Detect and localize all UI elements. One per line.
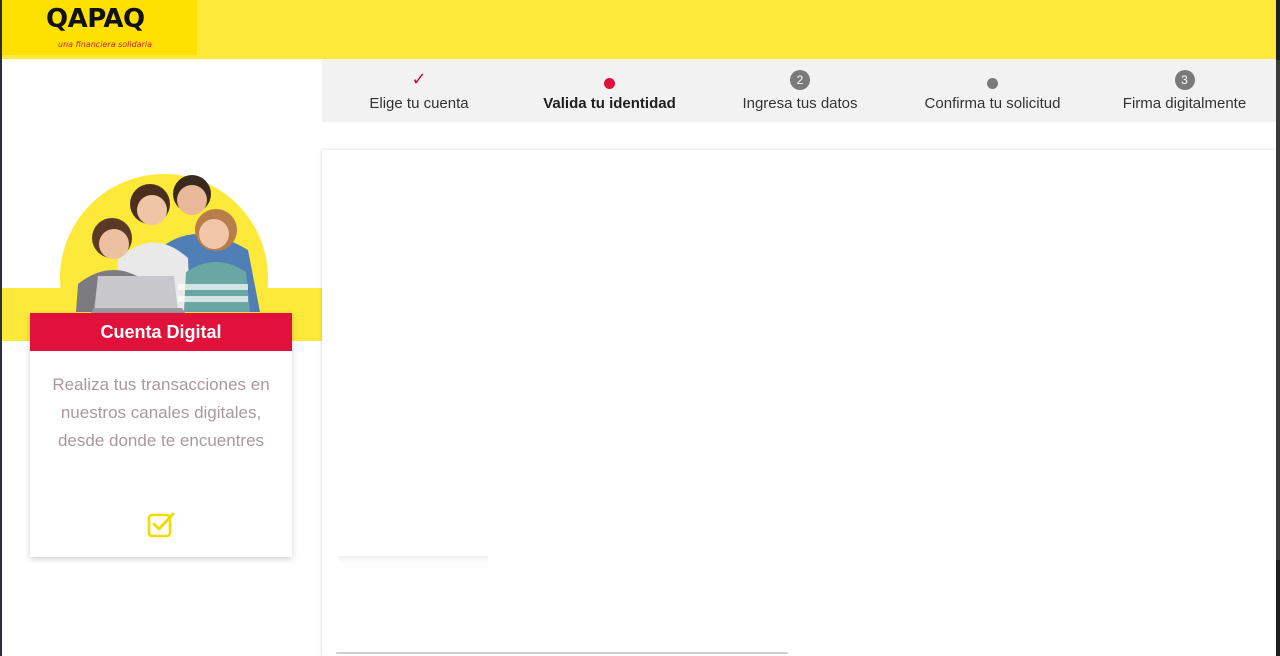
step-firma-digitalmente: 3 Firma digitalmente: [1107, 59, 1262, 122]
card-description: Realiza tus transacciones en nuestros ca…: [52, 375, 270, 450]
pending-step-dot-icon: [987, 77, 998, 89]
check-icon: ✓: [411, 69, 427, 90]
step-label: Valida tu identidad: [543, 95, 676, 112]
step-valida-tu-identidad: Valida tu identidad: [522, 59, 697, 122]
app-window: QAPAQ una financiera solidaria ✓ Elige t…: [0, 0, 1280, 656]
step-label: Confirma tu solicitud: [924, 95, 1061, 112]
step-label: Elige tu cuenta: [369, 95, 469, 112]
brand-name: QAPAQ: [46, 4, 145, 34]
identity-validation-panel: [322, 150, 1276, 656]
active-step-dot-icon: [604, 77, 615, 89]
step-elige-tu-cuenta: ✓ Elige tu cuenta: [344, 59, 494, 122]
form-field-underline[interactable]: [336, 652, 788, 654]
step-label: Ingresa tus datos: [742, 95, 858, 112]
step-number-badge: 2: [790, 70, 810, 90]
vertical-scrollbar[interactable]: [1276, 60, 1280, 560]
step-confirma-tu-solicitud: Confirma tu solicitud: [900, 59, 1085, 122]
progress-stepper: ✓ Elige tu cuenta Valida tu identidad 2 …: [322, 59, 1276, 122]
product-card-cuenta-digital[interactable]: Cuenta Digital Realiza tus transacciones…: [30, 313, 292, 557]
step-number-badge: 3: [1174, 70, 1195, 90]
brand-tagline: una financiera solidaria: [58, 40, 152, 49]
card-title: Cuenta Digital: [30, 313, 292, 351]
brand-logo[interactable]: QAPAQ una financiera solidaria: [2, 0, 197, 55]
panel-inner-shadow: [338, 556, 488, 564]
step-ingresa-tus-datos: 2 Ingresa tus datos: [720, 59, 880, 122]
checkbox-checked-icon: [147, 512, 175, 538]
step-label: Firma digitalmente: [1122, 95, 1247, 112]
